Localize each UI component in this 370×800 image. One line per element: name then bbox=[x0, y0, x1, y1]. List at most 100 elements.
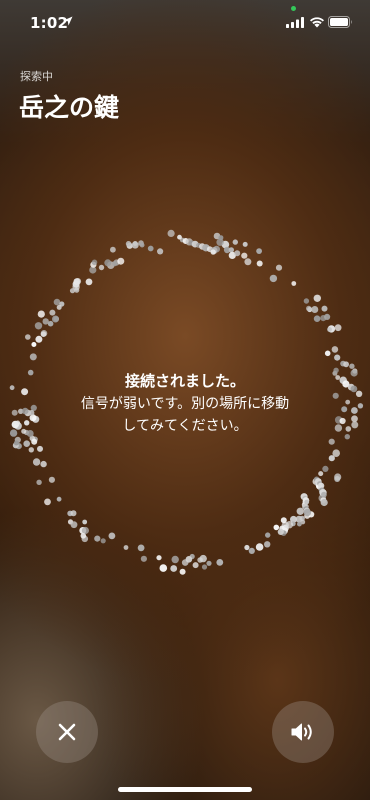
signal-particle bbox=[25, 334, 31, 340]
signal-particle bbox=[328, 438, 335, 445]
signal-particle bbox=[131, 241, 139, 249]
signal-particle bbox=[303, 298, 310, 304]
signal-particle bbox=[157, 248, 164, 255]
signal-particle bbox=[40, 331, 47, 338]
signal-particle bbox=[343, 361, 349, 368]
signal-particle bbox=[192, 562, 199, 569]
signal-particle bbox=[159, 564, 168, 572]
close-button[interactable] bbox=[36, 701, 98, 763]
signal-particle bbox=[327, 327, 332, 332]
signal-particle bbox=[349, 363, 355, 369]
signal-particle bbox=[28, 447, 34, 453]
signal-particle bbox=[264, 541, 271, 548]
signal-particle bbox=[40, 460, 47, 468]
signal-particle bbox=[139, 242, 145, 248]
signal-particle bbox=[104, 259, 112, 267]
signal-particle bbox=[306, 305, 312, 312]
signal-particle bbox=[256, 248, 262, 255]
signal-particle bbox=[47, 320, 54, 327]
signal-particle bbox=[125, 241, 132, 247]
signal-particle bbox=[275, 264, 283, 271]
weak-signal-line1: 信号が弱いです。別の場所に移動 bbox=[80, 396, 290, 412]
close-icon bbox=[58, 723, 76, 741]
connection-message: 接続されました。 信号が弱いです。別の場所に移動 してみてください。 bbox=[0, 370, 370, 437]
signal-particle bbox=[123, 545, 129, 550]
signal-particle bbox=[100, 538, 106, 544]
connected-message: 接続されました。 bbox=[124, 372, 245, 390]
signal-particle bbox=[206, 560, 212, 566]
signal-particle bbox=[140, 555, 147, 562]
signal-particle bbox=[171, 555, 179, 564]
signal-particle bbox=[31, 342, 37, 347]
signal-particle bbox=[94, 535, 101, 542]
signal-particle bbox=[303, 508, 312, 517]
signal-particle bbox=[82, 519, 88, 525]
signal-particle bbox=[324, 350, 331, 357]
signal-particle bbox=[85, 278, 93, 286]
signal-particle bbox=[244, 258, 252, 266]
signal-particle bbox=[48, 476, 56, 483]
signal-particle bbox=[218, 235, 224, 241]
signal-particle bbox=[35, 335, 43, 343]
signal-particle bbox=[44, 498, 51, 506]
signal-particle bbox=[232, 239, 238, 245]
signal-particle bbox=[331, 346, 339, 353]
signal-particle bbox=[56, 304, 62, 310]
signal-particle bbox=[70, 510, 77, 517]
signal-particle bbox=[110, 246, 116, 253]
signal-particle bbox=[37, 310, 45, 318]
signal-particle bbox=[334, 354, 341, 361]
signal-particle bbox=[80, 533, 87, 539]
signal-particle bbox=[269, 274, 278, 283]
home-indicator[interactable] bbox=[118, 787, 252, 792]
signal-particle bbox=[117, 257, 125, 265]
signal-particle bbox=[291, 281, 297, 286]
signal-particle bbox=[170, 565, 178, 572]
signal-particle bbox=[280, 517, 287, 524]
signal-particle bbox=[216, 559, 224, 566]
signal-particle bbox=[320, 498, 328, 507]
signal-particle bbox=[98, 264, 105, 271]
signal-particle bbox=[37, 445, 43, 452]
signal-particle bbox=[241, 252, 248, 259]
signal-particle bbox=[91, 259, 98, 266]
weak-signal-line2: してみてください。 bbox=[122, 418, 248, 434]
signal-particle bbox=[277, 528, 284, 536]
weak-signal-message: 信号が弱いです。別の場所に移動 してみてください。 bbox=[0, 393, 370, 437]
signal-particle bbox=[201, 564, 208, 570]
signal-particle bbox=[70, 521, 78, 529]
signal-particle bbox=[29, 353, 37, 361]
signal-particle bbox=[31, 438, 38, 445]
signal-particle bbox=[265, 532, 271, 538]
signal-particle bbox=[328, 455, 335, 462]
signal-particle bbox=[56, 496, 62, 502]
signal-particle bbox=[228, 247, 234, 253]
signal-particle bbox=[256, 260, 263, 267]
signal-particle bbox=[49, 309, 56, 316]
signal-particle bbox=[313, 294, 321, 302]
signal-particle bbox=[167, 229, 175, 237]
signal-particle bbox=[185, 556, 193, 563]
signal-particle bbox=[334, 324, 342, 332]
signal-particle bbox=[112, 260, 118, 267]
signal-particle bbox=[197, 557, 203, 563]
signal-particle bbox=[74, 278, 82, 285]
signal-particle bbox=[318, 471, 324, 477]
signal-particle bbox=[273, 524, 280, 531]
signal-particle bbox=[147, 245, 154, 252]
signal-particle bbox=[34, 322, 43, 330]
play-sound-button[interactable] bbox=[272, 701, 334, 763]
signal-particle bbox=[234, 250, 241, 257]
signal-particle bbox=[322, 465, 329, 472]
signal-particle bbox=[244, 544, 250, 551]
signal-particle bbox=[13, 440, 19, 446]
signal-particle bbox=[334, 473, 342, 481]
signal-particle bbox=[108, 532, 116, 540]
signal-particle bbox=[36, 479, 42, 485]
signal-particle bbox=[311, 306, 319, 313]
signal-particle bbox=[23, 440, 31, 448]
signal-particle bbox=[32, 458, 41, 466]
signal-particle bbox=[242, 241, 248, 247]
signal-particle bbox=[156, 555, 162, 561]
signal-particle bbox=[210, 249, 216, 255]
